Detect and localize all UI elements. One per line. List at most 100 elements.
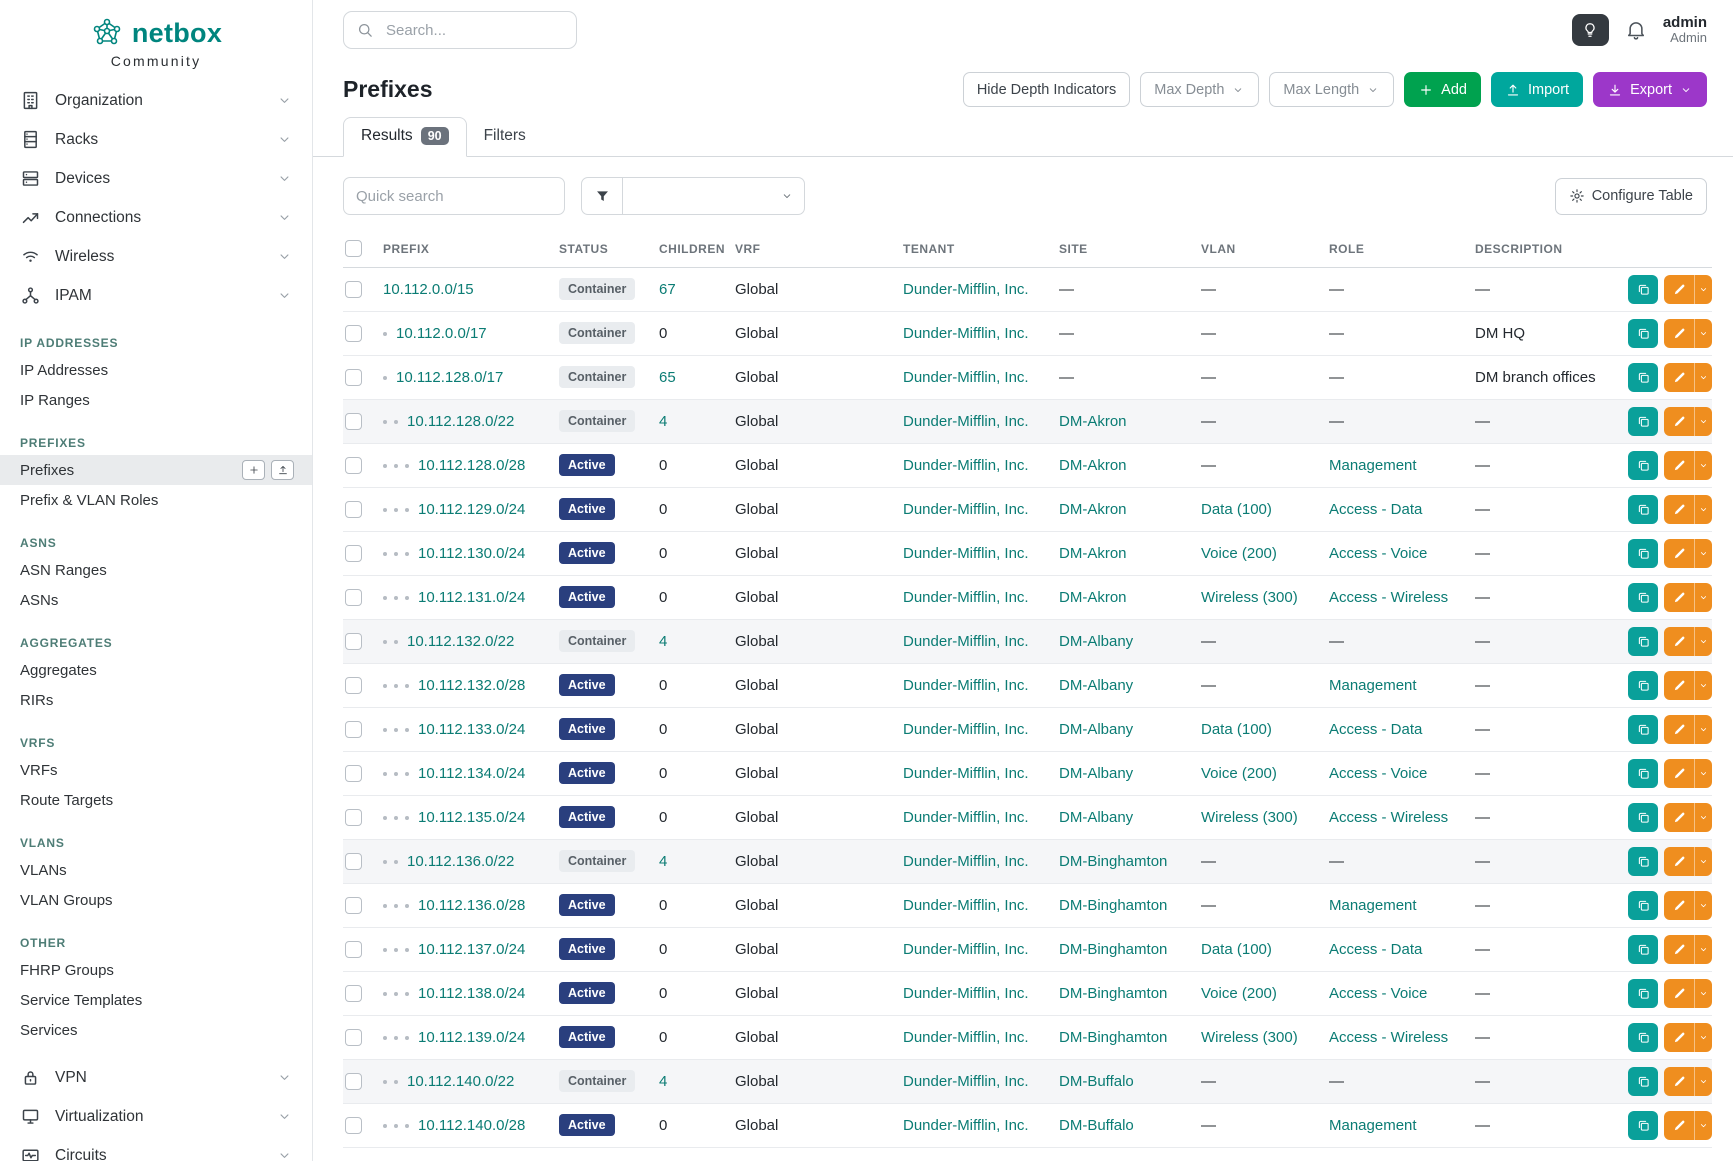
sidebar-item-vpn[interactable]: VPN bbox=[0, 1058, 312, 1097]
prefix-link[interactable]: 10.112.140.0/22 bbox=[407, 1073, 514, 1090]
edit-dropdown-button[interactable] bbox=[1694, 363, 1712, 392]
tenant-link[interactable]: Dunder-Mifflin, Inc. bbox=[903, 281, 1029, 298]
prefix-link[interactable]: 10.112.132.0/28 bbox=[418, 677, 525, 694]
role-link[interactable]: Access - Voice bbox=[1329, 985, 1427, 1002]
children-count[interactable]: 4 bbox=[659, 633, 667, 650]
tenant-link[interactable]: Dunder-Mifflin, Inc. bbox=[903, 985, 1029, 1002]
edit-dropdown-button[interactable] bbox=[1694, 583, 1712, 612]
edit-dropdown-button[interactable] bbox=[1694, 1111, 1712, 1140]
role-link[interactable]: Access - Data bbox=[1329, 941, 1422, 958]
vlan-link[interactable]: Voice (200) bbox=[1201, 765, 1277, 782]
row-checkbox[interactable] bbox=[345, 1073, 362, 1090]
edit-button[interactable] bbox=[1664, 671, 1694, 700]
clone-button[interactable] bbox=[1628, 759, 1658, 788]
children-count[interactable]: 4 bbox=[659, 853, 667, 870]
tenant-link[interactable]: Dunder-Mifflin, Inc. bbox=[903, 721, 1029, 738]
prefix-link[interactable]: 10.112.139.0/24 bbox=[418, 1029, 525, 1046]
column-header-children[interactable]: CHILDREN bbox=[659, 231, 735, 267]
row-checkbox[interactable] bbox=[345, 413, 362, 430]
sidebar-item-vrfs[interactable]: VRFs bbox=[0, 755, 312, 785]
role-link[interactable]: Management bbox=[1329, 457, 1417, 474]
site-link[interactable]: DM-Akron bbox=[1059, 413, 1127, 430]
quick-import-button[interactable] bbox=[271, 460, 294, 480]
prefix-link[interactable]: 10.112.129.0/24 bbox=[418, 501, 525, 518]
tenant-link[interactable]: Dunder-Mifflin, Inc. bbox=[903, 633, 1029, 650]
vlan-link[interactable]: Wireless (300) bbox=[1201, 589, 1298, 606]
edit-button[interactable] bbox=[1664, 319, 1694, 348]
site-link[interactable]: DM-Binghamton bbox=[1059, 941, 1167, 958]
site-link[interactable]: DM-Binghamton bbox=[1059, 1029, 1167, 1046]
edit-dropdown-button[interactable] bbox=[1694, 275, 1712, 304]
children-count[interactable]: 4 bbox=[659, 1073, 667, 1090]
column-header-vrf[interactable]: VRF bbox=[735, 231, 903, 267]
tenant-link[interactable]: Dunder-Mifflin, Inc. bbox=[903, 809, 1029, 826]
sidebar-item-prefixes[interactable]: Prefixes bbox=[0, 455, 312, 485]
sidebar-item-prefix-vlan-roles[interactable]: Prefix & VLAN Roles bbox=[0, 485, 312, 515]
vlan-link[interactable]: Voice (200) bbox=[1201, 545, 1277, 562]
role-link[interactable]: Management bbox=[1329, 897, 1417, 914]
netbox-logo[interactable]: netbox Community bbox=[0, 0, 312, 73]
column-header-tenant[interactable]: TENANT bbox=[903, 231, 1059, 267]
hide-depth-indicators-button[interactable]: Hide Depth Indicators bbox=[963, 72, 1130, 107]
column-header-description[interactable]: DESCRIPTION bbox=[1475, 231, 1625, 267]
sidebar-item-racks[interactable]: Racks bbox=[0, 120, 312, 159]
clone-button[interactable] bbox=[1628, 935, 1658, 964]
tenant-link[interactable]: Dunder-Mifflin, Inc. bbox=[903, 501, 1029, 518]
vlan-link[interactable]: Data (100) bbox=[1201, 501, 1272, 518]
edit-button[interactable] bbox=[1664, 803, 1694, 832]
sidebar-item-services[interactable]: Services bbox=[0, 1015, 312, 1045]
max-length-dropdown[interactable]: Max Length bbox=[1269, 72, 1394, 107]
clone-button[interactable] bbox=[1628, 891, 1658, 920]
site-link[interactable]: DM-Binghamton bbox=[1059, 853, 1167, 870]
edit-dropdown-button[interactable] bbox=[1694, 847, 1712, 876]
tenant-link[interactable]: Dunder-Mifflin, Inc. bbox=[903, 589, 1029, 606]
role-link[interactable]: Access - Wireless bbox=[1329, 589, 1448, 606]
edit-button[interactable] bbox=[1664, 407, 1694, 436]
site-link[interactable]: DM-Binghamton bbox=[1059, 897, 1167, 914]
edit-dropdown-button[interactable] bbox=[1694, 803, 1712, 832]
row-checkbox[interactable] bbox=[345, 985, 362, 1002]
user-menu[interactable]: admin Admin bbox=[1663, 14, 1707, 46]
role-link[interactable]: Access - Wireless bbox=[1329, 809, 1448, 826]
sidebar-item-service-templates[interactable]: Service Templates bbox=[0, 985, 312, 1015]
vlan-link[interactable]: Voice (200) bbox=[1201, 985, 1277, 1002]
row-checkbox[interactable] bbox=[345, 325, 362, 342]
sidebar-item-wireless[interactable]: Wireless bbox=[0, 237, 312, 276]
row-checkbox[interactable] bbox=[345, 369, 362, 386]
export-button[interactable]: Export bbox=[1593, 72, 1707, 107]
edit-button[interactable] bbox=[1664, 1111, 1694, 1140]
row-checkbox[interactable] bbox=[345, 809, 362, 826]
edit-button[interactable] bbox=[1664, 1067, 1694, 1096]
sidebar-item-vlans[interactable]: VLANs bbox=[0, 855, 312, 885]
children-count[interactable]: 65 bbox=[659, 369, 676, 386]
tab-results[interactable]: Results 90 bbox=[343, 117, 467, 157]
tenant-link[interactable]: Dunder-Mifflin, Inc. bbox=[903, 369, 1029, 386]
sidebar-item-aggregates[interactable]: Aggregates bbox=[0, 655, 312, 685]
edit-dropdown-button[interactable] bbox=[1694, 759, 1712, 788]
site-link[interactable]: DM-Binghamton bbox=[1059, 985, 1167, 1002]
sidebar-item-asns[interactable]: ASNs bbox=[0, 585, 312, 615]
edit-button[interactable] bbox=[1664, 451, 1694, 480]
role-link[interactable]: Management bbox=[1329, 677, 1417, 694]
edit-button[interactable] bbox=[1664, 363, 1694, 392]
edit-dropdown-button[interactable] bbox=[1694, 935, 1712, 964]
site-link[interactable]: DM-Akron bbox=[1059, 589, 1127, 606]
tenant-link[interactable]: Dunder-Mifflin, Inc. bbox=[903, 1029, 1029, 1046]
edit-button[interactable] bbox=[1664, 539, 1694, 568]
edit-dropdown-button[interactable] bbox=[1694, 715, 1712, 744]
edit-button[interactable] bbox=[1664, 891, 1694, 920]
vlan-link[interactable]: Wireless (300) bbox=[1201, 1029, 1298, 1046]
filter-button[interactable] bbox=[581, 177, 623, 215]
site-link[interactable]: DM-Albany bbox=[1059, 721, 1133, 738]
column-header-status[interactable]: STATUS bbox=[559, 231, 659, 267]
sidebar-item-ip-ranges[interactable]: IP Ranges bbox=[0, 385, 312, 415]
global-search[interactable] bbox=[343, 11, 577, 49]
clone-button[interactable] bbox=[1628, 803, 1658, 832]
prefix-link[interactable]: 10.112.136.0/22 bbox=[407, 853, 514, 870]
clone-button[interactable] bbox=[1628, 539, 1658, 568]
edit-button[interactable] bbox=[1664, 759, 1694, 788]
saved-filter-select[interactable] bbox=[623, 177, 805, 215]
clone-button[interactable] bbox=[1628, 671, 1658, 700]
prefix-link[interactable]: 10.112.128.0/17 bbox=[396, 369, 503, 386]
role-link[interactable]: Management bbox=[1329, 1117, 1417, 1134]
